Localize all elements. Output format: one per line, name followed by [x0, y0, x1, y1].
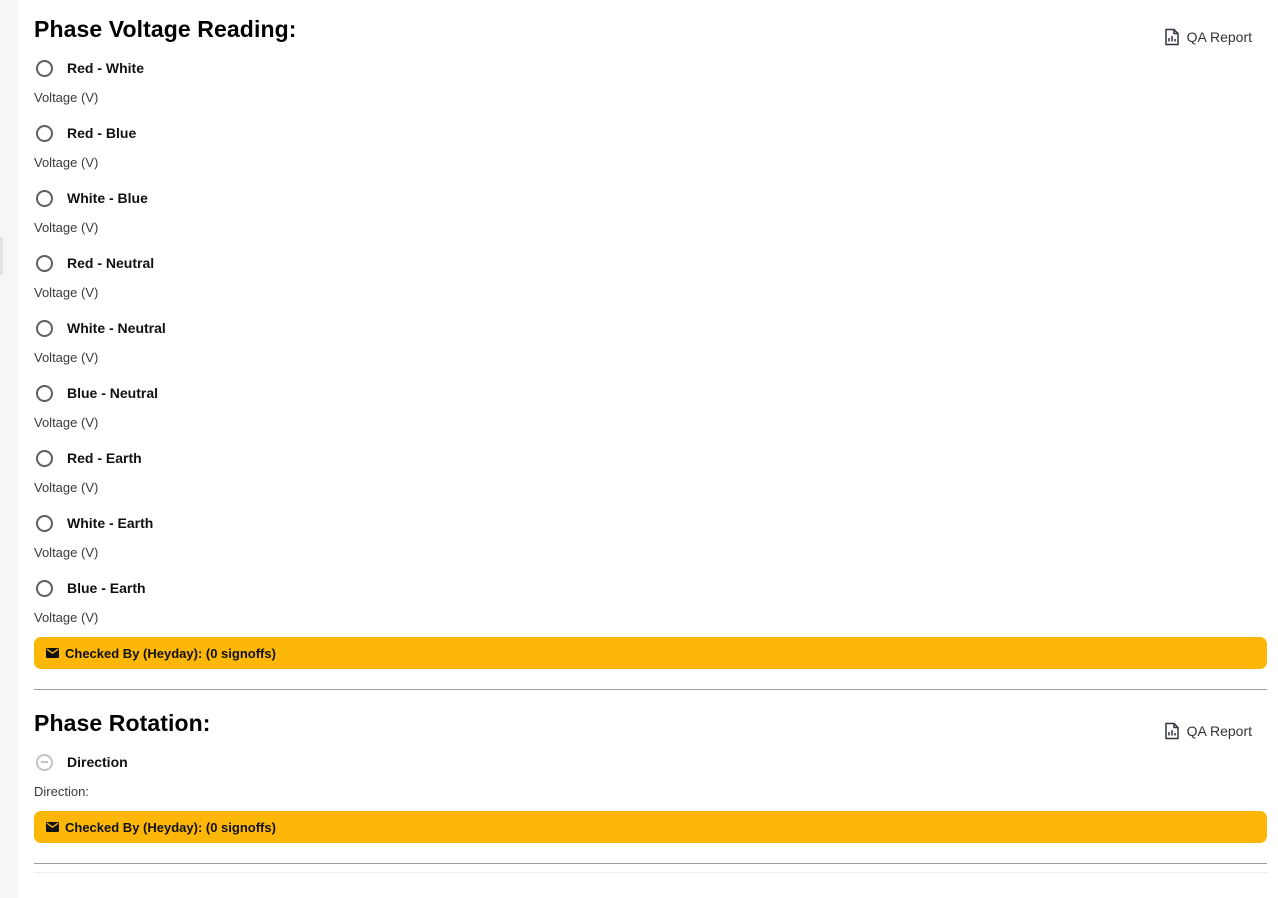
item-label: Red - Blue	[67, 125, 137, 141]
item-field-label: Direction:	[34, 784, 89, 799]
item-label: Direction	[67, 754, 128, 770]
status-radio[interactable]	[36, 59, 53, 77]
envelope-icon	[46, 820, 59, 835]
item-label: White - Earth	[67, 515, 154, 531]
item-label: Red - Earth	[67, 450, 142, 466]
status-radio[interactable]	[36, 753, 53, 771]
status-radio[interactable]	[36, 254, 53, 272]
section-phase-voltage-reading: Phase Voltage Reading: QA Report Red - W…	[34, 16, 1267, 674]
status-radio[interactable]	[36, 189, 53, 207]
item-field-label: Voltage (V)	[34, 610, 99, 625]
item-label: Red - White	[67, 60, 144, 76]
envelope-icon	[46, 646, 59, 661]
qa-report-label: QA Report	[1186, 723, 1252, 739]
item-field-label: Voltage (V)	[34, 285, 99, 300]
item-field-label: Voltage (V)	[34, 545, 99, 560]
item-field-label: Voltage (V)	[34, 480, 99, 495]
reading-item-red-blue: Red - Blue Voltage (V)	[34, 122, 1267, 187]
item-label: Red - Neutral	[67, 255, 155, 271]
reading-item-white-neutral: White - Neutral Voltage (V)	[34, 317, 1267, 382]
status-radio[interactable]	[36, 579, 53, 597]
checklist-card: Phase Voltage Reading: QA Report Red - W…	[18, 0, 1278, 898]
reading-item-blue-earth: Blue - Earth Voltage (V)	[34, 577, 1267, 642]
section-phase-rotation: Phase Rotation: QA Report Direction Dire…	[34, 710, 1267, 850]
section-title: Phase Rotation:	[34, 710, 211, 736]
sidebar-collapse-handle[interactable]	[0, 237, 3, 275]
reading-item-direction: Direction Direction:	[34, 751, 1267, 816]
status-radio[interactable]	[36, 449, 53, 467]
item-label: White - Neutral	[67, 320, 166, 336]
status-radio[interactable]	[36, 514, 53, 532]
left-sidebar-edge	[0, 0, 18, 898]
item-field-label: Voltage (V)	[34, 90, 99, 105]
status-radio[interactable]	[36, 384, 53, 402]
qa-report-label: QA Report	[1186, 29, 1252, 45]
signoff-button[interactable]: Checked By (Heyday): (0 signoffs)	[34, 637, 1267, 669]
reading-item-white-earth: White - Earth Voltage (V)	[34, 512, 1267, 577]
section-divider	[34, 863, 1267, 864]
section-divider	[34, 689, 1267, 690]
item-label: Blue - Earth	[67, 580, 146, 596]
signoff-label: Checked By (Heyday): (0 signoffs)	[65, 645, 276, 661]
reading-item-red-neutral: Red - Neutral Voltage (V)	[34, 252, 1267, 317]
reading-item-red-white: Red - White Voltage (V)	[34, 57, 1267, 122]
item-label: Blue - Neutral	[67, 385, 159, 401]
item-field-label: Voltage (V)	[34, 415, 99, 430]
reading-item-white-blue: White - Blue Voltage (V)	[34, 187, 1267, 252]
card-bottom-border	[34, 872, 1268, 873]
status-radio[interactable]	[36, 124, 53, 142]
qa-report-link[interactable]: QA Report	[1164, 721, 1252, 741]
item-label: White - Blue	[67, 190, 148, 206]
reading-item-blue-neutral: Blue - Neutral Voltage (V)	[34, 382, 1267, 447]
status-radio[interactable]	[36, 319, 53, 337]
reading-item-red-earth: Red - Earth Voltage (V)	[34, 447, 1267, 512]
qa-report-link[interactable]: QA Report	[1164, 27, 1252, 47]
section-title: Phase Voltage Reading:	[34, 16, 297, 42]
report-icon	[1164, 722, 1180, 740]
item-field-label: Voltage (V)	[34, 155, 99, 170]
item-field-label: Voltage (V)	[34, 350, 99, 365]
item-field-label: Voltage (V)	[34, 220, 99, 235]
signoff-button[interactable]: Checked By (Heyday): (0 signoffs)	[34, 811, 1267, 843]
report-icon	[1164, 28, 1180, 46]
signoff-label: Checked By (Heyday): (0 signoffs)	[65, 819, 276, 835]
